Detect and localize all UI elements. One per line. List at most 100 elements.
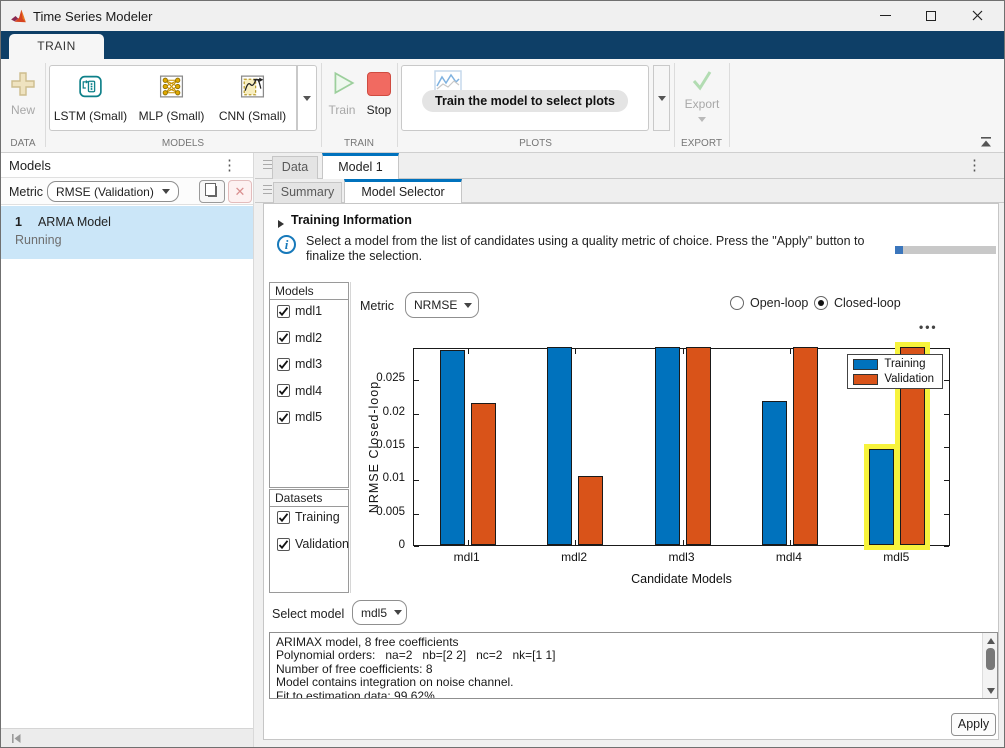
gallery-item-lstm-small-[interactable]: LSTM (Small) bbox=[50, 66, 131, 130]
tab-train[interactable]: TRAIN bbox=[9, 34, 104, 59]
model-list-item[interactable]: 1ARMA Model Running bbox=[1, 206, 253, 259]
radio-icon[interactable] bbox=[814, 296, 828, 310]
info-icon: i bbox=[277, 235, 296, 254]
stop-button-label: Stop bbox=[361, 103, 397, 117]
close-button[interactable] bbox=[954, 1, 1000, 30]
bar-mdl4-validation[interactable] bbox=[793, 347, 818, 545]
scrollbar-thumb[interactable] bbox=[986, 648, 995, 670]
checkbox-row-mdl5[interactable]: mdl5 bbox=[277, 410, 322, 424]
panel-scrollbar[interactable] bbox=[1, 728, 253, 747]
gallery-item-mlp-small-[interactable]: MLP (Small) bbox=[131, 66, 212, 130]
checkbox-mdl3[interactable] bbox=[277, 358, 290, 371]
metric-row: Metric RMSE (Validation) ✕ bbox=[1, 178, 253, 205]
expand-arrow-icon[interactable] bbox=[278, 220, 284, 228]
matlab-logo-icon bbox=[11, 8, 29, 24]
section-label-data: DATA bbox=[1, 138, 45, 149]
ytick-label: 0.005 bbox=[341, 506, 405, 518]
axis-tick bbox=[897, 540, 898, 545]
axis-tick bbox=[468, 349, 469, 354]
new-button[interactable]: New bbox=[1, 65, 45, 131]
bar-mdl1-training[interactable] bbox=[440, 350, 465, 545]
duplicate-model-button[interactable] bbox=[199, 180, 225, 203]
tab-model-1[interactable]: Model 1 bbox=[322, 153, 399, 179]
checkbox-label: mdl5 bbox=[295, 410, 322, 424]
models-panel-header: Models ⋮ bbox=[1, 153, 253, 178]
chart-options-icon[interactable]: ••• bbox=[919, 320, 938, 334]
model-summary-box[interactable]: ARIMAX model, 8 free coefficientsPolynom… bbox=[269, 632, 998, 699]
section-divider bbox=[321, 63, 322, 147]
xtick-label-mdl1: mdl1 bbox=[437, 550, 497, 564]
axis-tick bbox=[414, 414, 419, 415]
models-gallery-dropdown[interactable] bbox=[297, 65, 317, 131]
axis-tick bbox=[468, 540, 469, 545]
apply-button[interactable]: Apply bbox=[951, 713, 996, 736]
bar-mdl4-training[interactable] bbox=[762, 401, 787, 545]
chevron-down-icon bbox=[698, 117, 706, 122]
gallery-item-cnn-small-[interactable]: CNN (Small) bbox=[212, 66, 293, 130]
checkbox-row-mdl1[interactable]: mdl1 bbox=[277, 304, 322, 318]
plots-gallery-dropdown[interactable] bbox=[653, 65, 670, 131]
tabbar-grip-icon[interactable] bbox=[263, 160, 272, 171]
checkbox-mdl2[interactable] bbox=[277, 331, 290, 344]
model-index: 1 bbox=[15, 215, 22, 229]
minimize-button[interactable] bbox=[862, 1, 908, 30]
axis-tick bbox=[414, 380, 419, 381]
legend-swatch bbox=[853, 374, 878, 385]
xtick-label-mdl2: mdl2 bbox=[544, 550, 604, 564]
bar-mdl2-training[interactable] bbox=[547, 347, 572, 545]
maximize-button[interactable] bbox=[908, 1, 954, 30]
tab-summary[interactable]: Summary bbox=[273, 182, 342, 203]
checkbox-mdl1[interactable] bbox=[277, 305, 290, 318]
checkbox-row-mdl3[interactable]: mdl3 bbox=[277, 357, 322, 371]
tab-model-selector[interactable]: Model Selector bbox=[344, 179, 462, 203]
axis-tick bbox=[683, 540, 684, 545]
lstm-icon bbox=[77, 73, 104, 105]
radio-closed-loop[interactable]: Closed-loop bbox=[814, 296, 901, 310]
axis-tick bbox=[575, 540, 576, 545]
info-text-line1: Select a model from the list of candidat… bbox=[306, 234, 864, 248]
bar-mdl2-validation[interactable] bbox=[578, 476, 603, 545]
checkbox-label: mdl1 bbox=[295, 304, 322, 318]
xtick-label-mdl3: mdl3 bbox=[652, 550, 712, 564]
training-info-header: Training Information bbox=[291, 213, 412, 227]
chart-metric-dropdown[interactable]: NRMSE bbox=[405, 292, 479, 318]
metric-dropdown[interactable]: RMSE (Validation) bbox=[47, 181, 179, 202]
train-button[interactable]: Train bbox=[324, 65, 360, 131]
bar-mdl3-validation[interactable] bbox=[686, 347, 711, 545]
checkbox-row-mdl2[interactable]: mdl2 bbox=[277, 331, 322, 345]
checkbox-row-validation[interactable]: Validation bbox=[277, 537, 349, 551]
panel-options-icon[interactable]: ⋮ bbox=[222, 158, 237, 173]
collapse-panel-icon bbox=[11, 733, 22, 744]
scroll-up-icon[interactable] bbox=[983, 634, 998, 647]
bar-mdl3-training[interactable] bbox=[655, 347, 680, 545]
tabbar-options-icon[interactable]: ⋮ bbox=[967, 158, 982, 173]
app-window: Time Series Modeler TRAIN New DATA LSTM … bbox=[0, 0, 1005, 748]
select-model-dropdown[interactable]: mdl5 bbox=[352, 600, 407, 625]
ytick-label: 0.01 bbox=[341, 472, 405, 484]
checkbox-training[interactable] bbox=[277, 511, 290, 524]
chevron-down-icon bbox=[162, 189, 170, 194]
summary-scrollbar[interactable] bbox=[982, 633, 997, 698]
stop-button[interactable]: Stop bbox=[361, 65, 397, 131]
chevron-down-icon bbox=[394, 610, 402, 615]
radio-icon[interactable] bbox=[730, 296, 744, 310]
model-status: Running bbox=[15, 233, 239, 247]
scroll-down-icon[interactable] bbox=[983, 684, 998, 697]
bar-mdl1-validation[interactable] bbox=[471, 403, 496, 545]
radio-open-loop[interactable]: Open-loop bbox=[730, 296, 808, 310]
chevron-down-icon bbox=[464, 303, 472, 308]
export-button[interactable]: Export bbox=[676, 65, 728, 137]
bar-mdl5-training[interactable] bbox=[869, 449, 894, 545]
tabbar-grip-icon[interactable] bbox=[263, 185, 272, 196]
train-button-label: Train bbox=[324, 103, 360, 117]
checkbox-row-mdl4[interactable]: mdl4 bbox=[277, 384, 322, 398]
checkbox-row-training[interactable]: Training bbox=[277, 510, 340, 524]
delete-model-button[interactable]: ✕ bbox=[228, 180, 252, 203]
checkbox-validation[interactable] bbox=[277, 538, 290, 551]
models-panel: Models ⋮ Metric RMSE (Validation) ✕ 1ARM… bbox=[1, 153, 254, 747]
section-divider bbox=[397, 63, 398, 147]
tab-data[interactable]: Data bbox=[272, 156, 318, 179]
checkbox-mdl5[interactable] bbox=[277, 411, 290, 424]
checkbox-mdl4[interactable] bbox=[277, 384, 290, 397]
collapse-ribbon-button[interactable] bbox=[976, 135, 996, 150]
